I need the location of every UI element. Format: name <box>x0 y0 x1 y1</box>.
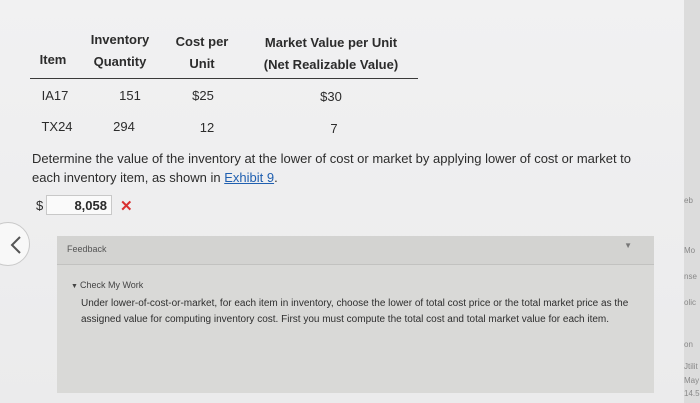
chevron-left-icon <box>10 236 21 254</box>
answer-input[interactable]: 8,058 <box>46 195 112 215</box>
caret-down-icon: ▼ <box>71 283 78 290</box>
caret-down-icon[interactable]: ▼ <box>624 241 632 250</box>
right-side-strip: eb Mo nse olic on Jtilit May 1 14.5 <box>684 0 700 403</box>
row-1-quantity: 151 <box>119 88 141 103</box>
header-inventory-quantity: Inventory Quantity <box>90 32 150 69</box>
exhibit-link[interactable]: Exhibit 9 <box>224 170 274 185</box>
feedback-body: Under lower-of-cost-or-market, for each … <box>81 298 629 325</box>
row-1-market: $30 <box>320 89 342 104</box>
question-text: Determine the value of the inventory at … <box>32 151 632 185</box>
row-2-item: TX24 <box>41 119 73 134</box>
header-market-value: Market Value per Unit (Net Realizable Va… <box>263 35 399 72</box>
back-button[interactable] <box>0 222 30 266</box>
row-1-cost: $25 <box>192 88 214 103</box>
row-2-market: 7 <box>330 121 338 136</box>
header-cost-per-unit: Cost per Unit <box>175 34 229 71</box>
feedback-title: Feedback <box>67 244 107 254</box>
question-panel: Item Inventory Quantity Cost per Unit Ma… <box>0 0 684 403</box>
header-item: Item <box>39 52 67 67</box>
header-divider <box>30 78 418 79</box>
answer-currency: $ <box>36 198 44 213</box>
row-2-cost: 12 <box>199 120 215 135</box>
feedback-header[interactable]: Feedback ▼ <box>57 236 654 265</box>
feedback-panel: Feedback ▼ ▼ Check My Work Under lower-of… <box>57 236 654 393</box>
row-2-quantity: 294 <box>113 119 135 134</box>
row-1-item: IA17 <box>41 88 69 103</box>
incorrect-icon: ✕ <box>120 198 133 215</box>
check-my-work-toggle[interactable]: ▼ Check My Work <box>71 280 143 290</box>
